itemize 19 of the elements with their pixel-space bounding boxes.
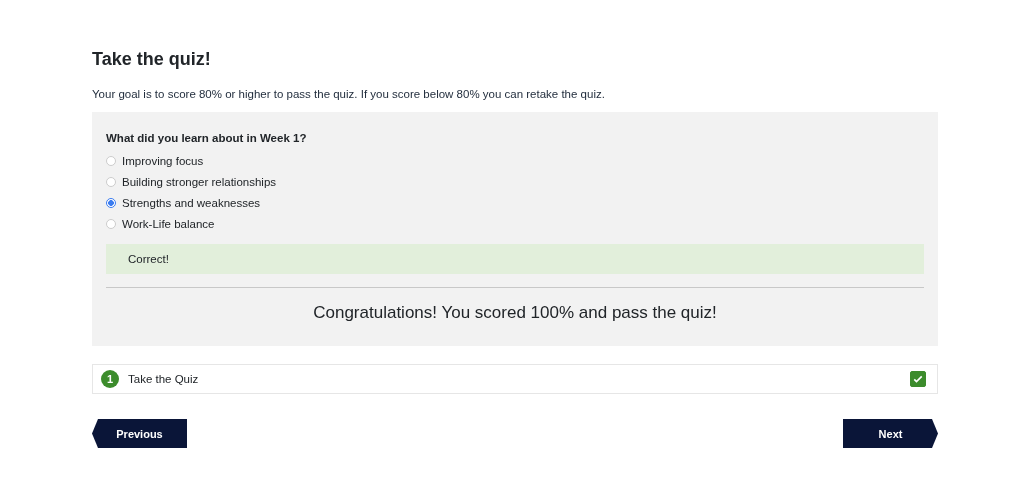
page-title: Take the quiz! [92, 48, 212, 70]
option-label[interactable]: Building stronger relationships [122, 174, 277, 190]
step-number-badge: 1 [101, 370, 119, 388]
option-label[interactable]: Strengths and weaknesses [122, 195, 261, 211]
option-label[interactable]: Work-Life balance [122, 216, 215, 232]
radio-button[interactable] [106, 156, 116, 166]
step-label: Take the Quiz [128, 373, 200, 385]
result-text: Congratulations! You scored 100% and pass the quiz! [312, 302, 718, 324]
question-text: What did you learn about in Week 1? [106, 132, 308, 144]
checkmark-icon [912, 373, 924, 385]
checkbox[interactable] [910, 371, 926, 387]
radio-button[interactable] [106, 198, 116, 208]
intro-text: Your goal is to score 80% or higher to pass the quiz. If you score below 80% you can retake the quiz. [92, 87, 606, 101]
option-label[interactable]: Improving focus [122, 153, 204, 169]
radio-button[interactable] [106, 219, 116, 229]
previous-button[interactable]: Previous [92, 419, 187, 448]
next-button[interactable]: Next [843, 419, 938, 448]
radio-button[interactable] [106, 177, 116, 187]
feedback-message: Correct! [106, 244, 924, 274]
